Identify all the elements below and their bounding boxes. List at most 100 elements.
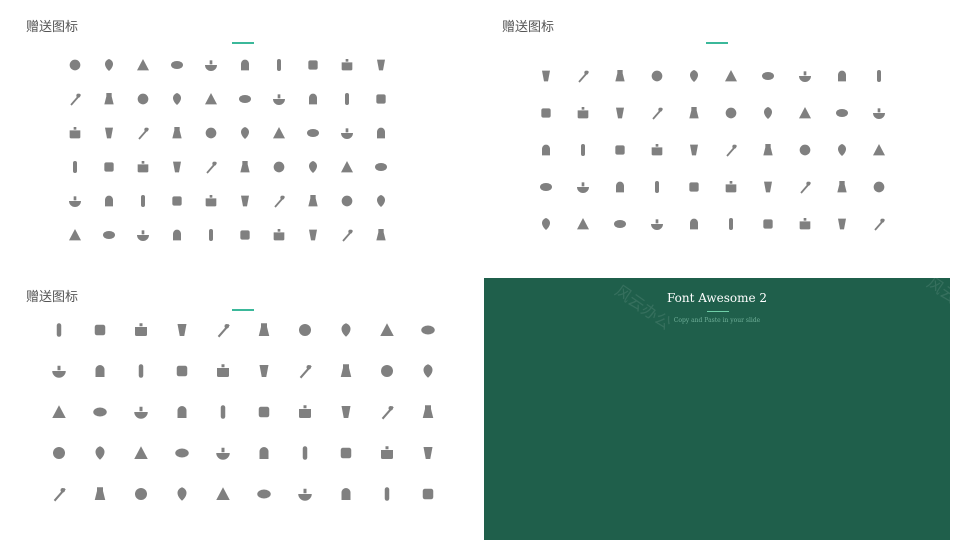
serving-icon (262, 184, 296, 218)
egg-cup-icon (243, 391, 284, 432)
cake-icon (160, 82, 194, 116)
chef-hat-icon (786, 168, 823, 205)
cupcake-3-icon (243, 473, 284, 514)
sundae-icon (712, 94, 749, 131)
candy-icon (194, 82, 228, 116)
wheat-icon (364, 218, 398, 252)
soup-icon (364, 150, 398, 184)
tomato-icon (364, 184, 398, 218)
jug-icon (601, 205, 638, 242)
grapes-icon (366, 473, 407, 514)
soda-can-icon (228, 218, 262, 252)
heading-underline (707, 311, 729, 312)
bacon-icon (120, 473, 161, 514)
soup-icon (860, 57, 897, 94)
cocktail-icon (527, 168, 564, 205)
coffee-machine-icon (823, 94, 860, 131)
bottle-icon (786, 94, 823, 131)
corn-icon (228, 150, 262, 184)
cloche-icon (58, 48, 92, 82)
kebab-icon (79, 432, 120, 473)
coffee-cup-icon (601, 131, 638, 168)
cooking-pot-icon (296, 116, 330, 150)
cauldron-icon (38, 473, 79, 514)
coffee-cup-icon (92, 48, 126, 82)
chef-hat-icon (92, 116, 126, 150)
grill-icon (786, 205, 823, 242)
icon-grid-3 (38, 309, 448, 514)
wine-glass-icon (325, 309, 366, 350)
watermark: 风云办公 (611, 281, 675, 334)
carrot-icon (749, 168, 786, 205)
panel-title: 赠送图标 (26, 20, 79, 35)
chicken-icon (243, 432, 284, 473)
peas-icon (161, 309, 202, 350)
chef-hat-2-icon (330, 116, 364, 150)
chopsticks-icon (38, 309, 79, 350)
beer-icon (823, 205, 860, 242)
fridge-icon (527, 94, 564, 131)
bottle-icon (126, 150, 160, 184)
bell-pepper-icon (194, 184, 228, 218)
microwave-icon (296, 82, 330, 116)
pineapple-icon (749, 57, 786, 94)
takeaway-cup-icon (262, 218, 296, 252)
plate-icon (325, 432, 366, 473)
tea-bag-icon (601, 168, 638, 205)
cupcake-2-icon (79, 391, 120, 432)
grill-icon (126, 82, 160, 116)
lollipop-icon (120, 432, 161, 473)
steak-icon (228, 116, 262, 150)
eggplant-icon (284, 309, 325, 350)
mixing-bowl-icon (564, 205, 601, 242)
coffee-mug-icon (675, 168, 712, 205)
sundae-icon (325, 473, 366, 514)
turkey-icon (366, 350, 407, 391)
teapot-icon (860, 94, 897, 131)
noodles-icon (823, 131, 860, 168)
fries-bag-icon (407, 309, 448, 350)
bean-pod-icon (407, 391, 448, 432)
toast-icon (638, 57, 675, 94)
watermelon-icon (564, 57, 601, 94)
taco-icon (527, 57, 564, 94)
tulip-icon (407, 473, 448, 514)
accent-line (232, 42, 254, 44)
pie-icon (330, 218, 364, 252)
popsicle-icon (407, 350, 448, 391)
jar-icon (120, 309, 161, 350)
cutlery-icon (58, 116, 92, 150)
fish-icon (228, 184, 262, 218)
rice-bowl-icon (860, 131, 897, 168)
cake-tiers-icon (92, 184, 126, 218)
bowl-icon (749, 131, 786, 168)
corn-icon (860, 168, 897, 205)
spatula-icon (330, 82, 364, 116)
plate-setting-icon (126, 48, 160, 82)
lemon-icon (284, 350, 325, 391)
ice-cream-icon (58, 150, 92, 184)
pretzel-icon (202, 391, 243, 432)
pizza-icon (160, 184, 194, 218)
cheese-icon (126, 218, 160, 252)
corkscrew-icon (564, 168, 601, 205)
wok-icon (194, 218, 228, 252)
teapot-icon (325, 391, 366, 432)
fried-egg-icon (161, 391, 202, 432)
roast-chicken-icon (262, 48, 296, 82)
donut-icon (786, 57, 823, 94)
salt-shaker-icon (161, 350, 202, 391)
fruit-bowl-icon (749, 94, 786, 131)
ham-leg-icon (284, 432, 325, 473)
apple-icon (262, 82, 296, 116)
burger-2-icon (330, 184, 364, 218)
fast-food-icon (92, 218, 126, 252)
milkshake-icon (860, 205, 897, 242)
grapes-icon (296, 150, 330, 184)
coffee-cup-icon (79, 473, 120, 514)
beet-icon (407, 432, 448, 473)
ham-icon (120, 391, 161, 432)
burger-icon (366, 391, 407, 432)
mortar-icon (58, 218, 92, 252)
bowl-icon (160, 150, 194, 184)
